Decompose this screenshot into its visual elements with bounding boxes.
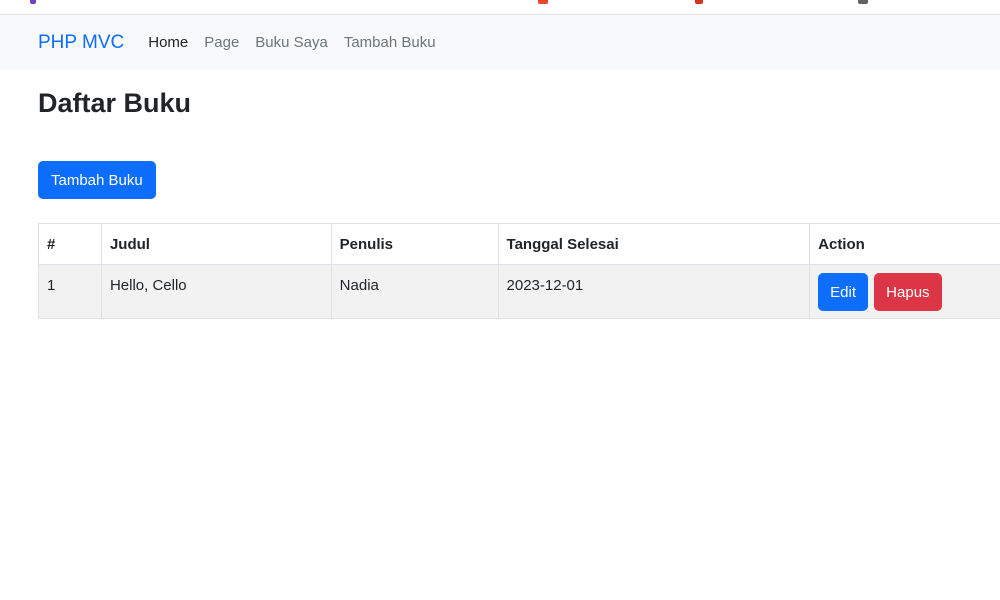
column-header-judul: Judul bbox=[100, 223, 332, 265]
cell-tanggal-selesai: 2023-12-01 bbox=[497, 264, 811, 319]
cell-judul: Hello, Cello bbox=[100, 264, 332, 319]
toolbar-fragment-icon bbox=[858, 0, 868, 4]
nav-link-page[interactable]: Page bbox=[204, 34, 239, 51]
cell-number: 1 bbox=[38, 264, 102, 319]
add-book-button[interactable]: Tambah Buku bbox=[38, 161, 156, 199]
delete-button[interactable]: Hapus bbox=[874, 273, 942, 311]
table-header-row: # Judul Penulis Tanggal Selesai Action bbox=[38, 223, 1000, 265]
edit-button[interactable]: Edit bbox=[818, 273, 868, 311]
toolbar-fragment-icon bbox=[695, 0, 703, 4]
toolbar-fragment-icon bbox=[538, 0, 548, 4]
cell-penulis: Nadia bbox=[330, 264, 499, 319]
toolbar-fragment-icon bbox=[30, 0, 36, 4]
navbar-brand[interactable]: PHP MVC bbox=[38, 32, 124, 54]
column-header-action: Action bbox=[809, 223, 1000, 265]
browser-toolbar-strip bbox=[0, 0, 1000, 15]
column-header-number: # bbox=[38, 223, 102, 265]
nav-link-home[interactable]: Home bbox=[148, 34, 188, 51]
navbar: PHP MVC Home Page Buku Saya Tambah Buku bbox=[0, 15, 1000, 70]
books-table: # Judul Penulis Tanggal Selesai Action 1… bbox=[38, 223, 1000, 319]
nav-link-buku-saya[interactable]: Buku Saya bbox=[255, 34, 328, 51]
page-title: Daftar Buku bbox=[38, 88, 192, 118]
column-header-tanggal-selesai: Tanggal Selesai bbox=[497, 223, 811, 265]
column-header-penulis: Penulis bbox=[330, 223, 499, 265]
table-row: 1 Hello, Cello Nadia 2023-12-01 Edit Hap… bbox=[38, 264, 1000, 319]
cell-action: Edit Hapus bbox=[809, 264, 1000, 319]
nav-link-tambah-buku[interactable]: Tambah Buku bbox=[344, 34, 436, 51]
